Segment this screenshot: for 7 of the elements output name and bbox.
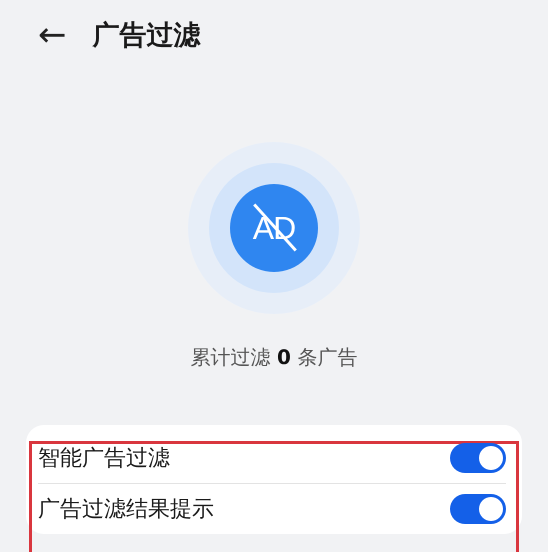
setting-label: 智能广告过滤 <box>38 445 170 473</box>
toggle-switch[interactable] <box>450 443 506 473</box>
setting-label: 广告过滤结果提示 <box>38 496 214 524</box>
filtered-count: 累计过滤 0 条广告 <box>190 344 358 371</box>
page-title: 广告过滤 <box>92 19 200 53</box>
back-button[interactable]: ← <box>34 18 70 52</box>
toggle-switch[interactable] <box>450 494 506 524</box>
